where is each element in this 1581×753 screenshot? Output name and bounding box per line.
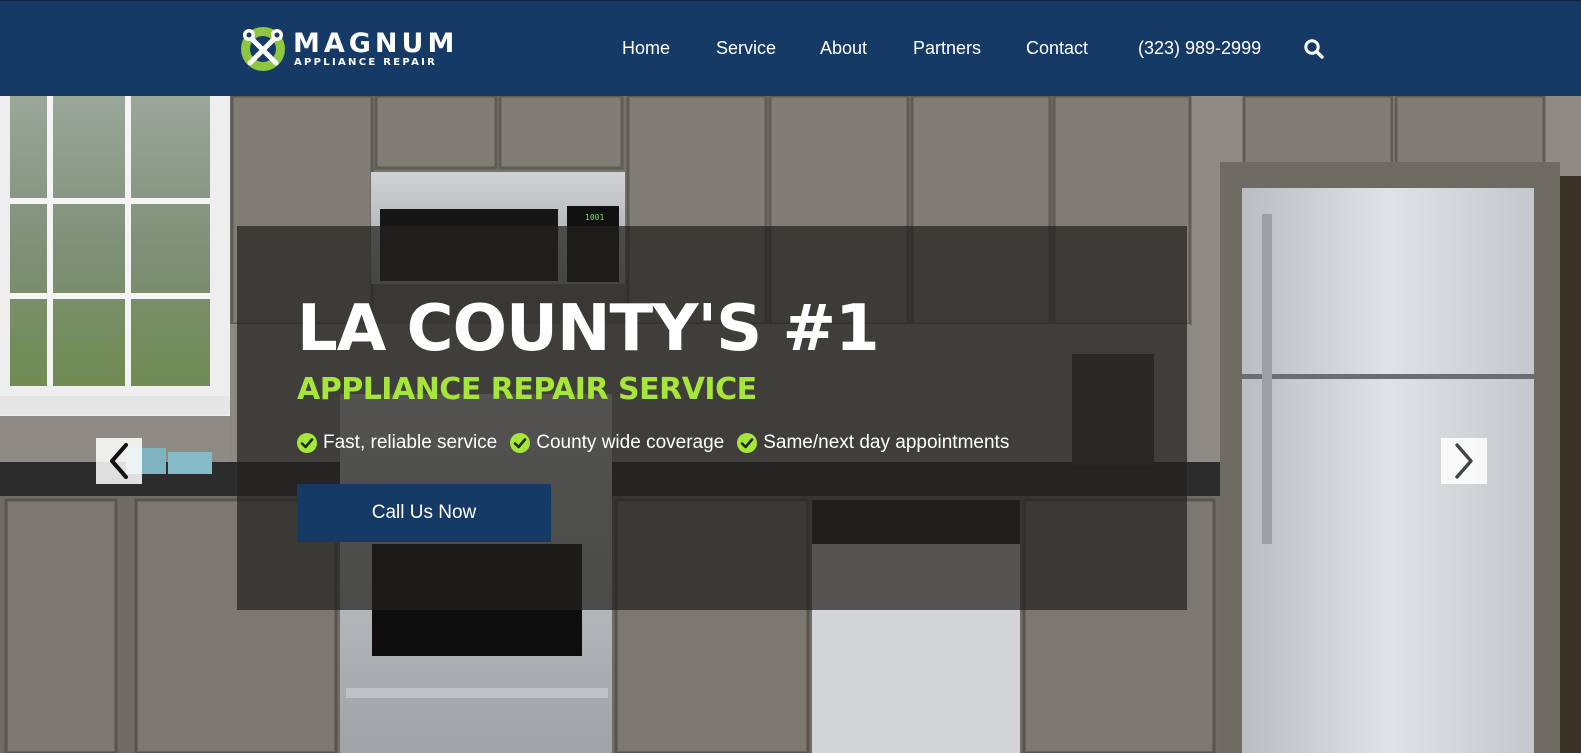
nav-service-link[interactable]: Service (716, 37, 776, 59)
feature-item: Fast, reliable service (297, 431, 497, 455)
feature-item: Same/next day appointments (737, 431, 1009, 455)
logo-tagline: APPLIANCE REPAIR (294, 57, 438, 68)
feature-text: County wide coverage (536, 432, 725, 453)
chevron-left-icon (110, 443, 128, 479)
check-circle-icon (297, 433, 317, 453)
hero-slider: 1001 LA COUNTY'S #1 APPLIANCE REPAIR SER… (0, 96, 1581, 753)
hero-subheadline: APPLIANCE REPAIR SERVICE (297, 372, 757, 407)
svg-text:1001: 1001 (585, 213, 604, 222)
feature-item: County wide coverage (510, 431, 724, 455)
logo-wordmark: MAGNUM (293, 28, 459, 59)
nav-home-link[interactable]: Home (622, 37, 670, 59)
search-button[interactable] (1303, 38, 1325, 60)
hero-caption: LA COUNTY'S #1 APPLIANCE REPAIR SERVICE … (237, 226, 1187, 610)
slider-next-button[interactable] (1441, 438, 1487, 484)
check-circle-icon (737, 433, 758, 453)
chevron-right-icon (1455, 443, 1473, 479)
phone-link[interactable]: (323) 989-2999 (1138, 37, 1261, 59)
check-circle-icon (510, 433, 531, 453)
feature-text: Fast, reliable service (323, 432, 498, 453)
nav-contact-link[interactable]: Contact (1026, 37, 1088, 59)
feature-text: Same/next day appointments (763, 432, 1010, 453)
slider-prev-button[interactable] (96, 438, 142, 484)
nav-about-link[interactable]: About (820, 37, 867, 59)
nav-partners-link[interactable]: Partners (913, 37, 981, 59)
hero-headline: LA COUNTY'S #1 (297, 292, 880, 366)
feature-list: Fast, reliable service County wide cover… (297, 430, 1022, 456)
logo[interactable]: MAGNUM APPLIANCE REPAIR (238, 23, 454, 75)
call-us-now-button[interactable]: Call Us Now (297, 484, 551, 542)
site-header: MAGNUM APPLIANCE REPAIR Home Service Abo… (0, 0, 1581, 96)
search-icon (1304, 39, 1324, 59)
wrench-logo-icon (241, 27, 285, 71)
